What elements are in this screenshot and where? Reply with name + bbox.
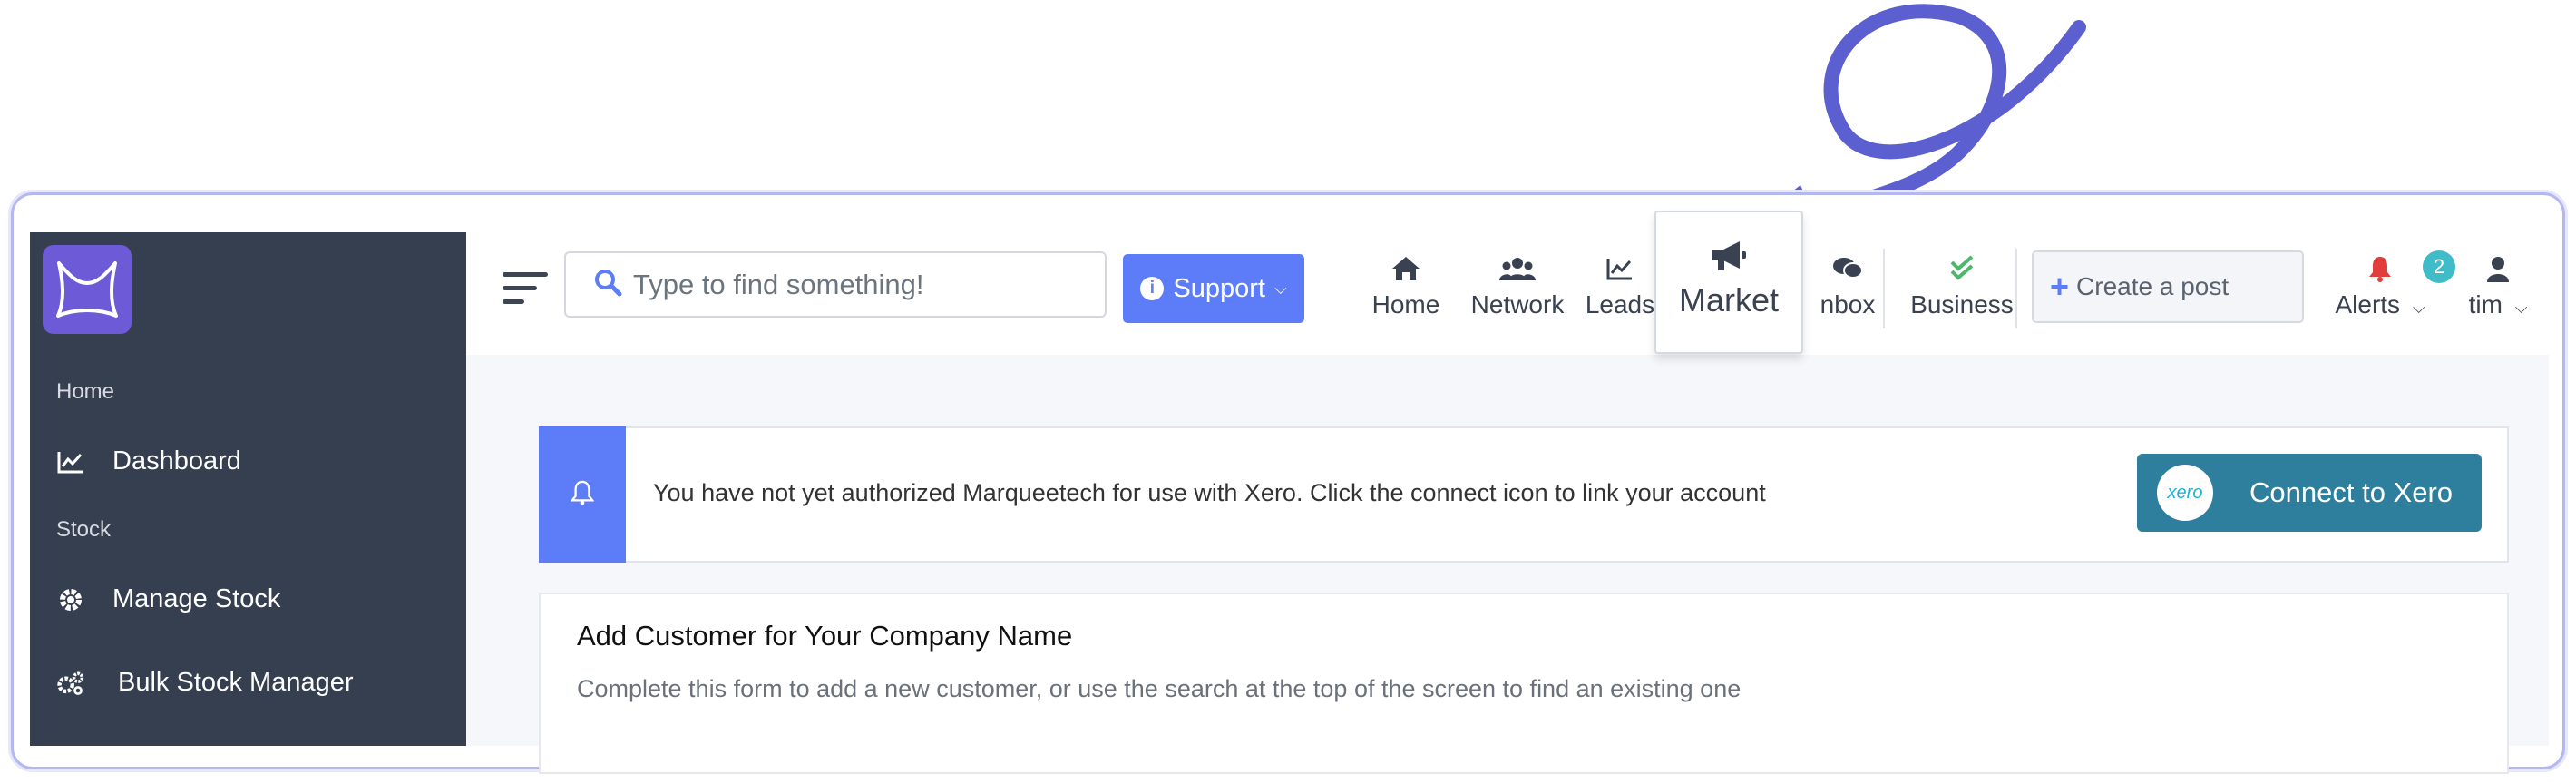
sidebar: Home Dashboard Stock Manage Stock Bulk S… <box>30 232 466 746</box>
gears-icon <box>56 669 85 698</box>
sidebar-section-stock: Stock <box>56 517 112 542</box>
users-icon <box>1499 252 1536 285</box>
chevron-down-icon: ⌵ <box>1273 279 1287 298</box>
home-icon <box>1390 252 1421 285</box>
main-content: You have not yet authorized Marqueetech … <box>466 355 2549 774</box>
search-placeholder: Type to find something! <box>633 268 924 300</box>
nav-market[interactable]: Market <box>1654 211 1803 354</box>
support-dropdown-button[interactable]: i Support ⌵ <box>1123 254 1304 323</box>
nav-divider <box>1883 249 1885 328</box>
alert-message: You have not yet authorized Marqueetech … <box>653 479 1766 506</box>
create-post-input[interactable]: + Create a post <box>2032 250 2304 323</box>
nav-inbox-label: nbox <box>1820 290 1876 318</box>
user-icon <box>2485 252 2511 285</box>
chevron-down-icon: ⌵ <box>2412 299 2425 317</box>
nav-market-label: Market <box>1678 281 1780 318</box>
nav-network[interactable]: Network <box>1457 252 1578 319</box>
nav-leads-label: Leads <box>1585 290 1655 318</box>
sidebar-item-manage-stock[interactable]: Manage Stock <box>56 584 280 614</box>
card-title: Add Customer for Your Company Name <box>577 620 1073 652</box>
sidebar-item-dashboard[interactable]: Dashboard <box>56 446 241 476</box>
nav-alerts-label: Alerts <box>2335 290 2401 318</box>
connect-to-xero-button[interactable]: xero Connect to Xero <box>2137 454 2482 532</box>
add-customer-card: Add Customer for Your Company Name Compl… <box>539 593 2509 774</box>
info-icon: i <box>1140 277 1165 300</box>
user-name: tim <box>2468 290 2503 318</box>
sidebar-item-label: Bulk Stock Manager <box>118 668 354 697</box>
xero-logo-icon: xero <box>2157 465 2213 521</box>
user-menu[interactable]: tim ⌵ <box>2462 252 2534 319</box>
nav-home[interactable]: Home <box>1361 252 1451 319</box>
comments-icon <box>1831 252 1864 285</box>
nav-home-label: Home <box>1371 290 1440 318</box>
sidebar-item-label: Dashboard <box>112 446 241 475</box>
nav-business-label: Business <box>1910 290 2014 318</box>
support-label: Support <box>1173 273 1265 303</box>
app-logo[interactable] <box>43 245 132 334</box>
chevron-down-icon: ⌵ <box>2514 299 2528 317</box>
top-navbar: Type to find something! i Support ⌵ Home… <box>466 232 2549 357</box>
sidebar-section-home: Home <box>56 379 115 404</box>
bell-icon <box>2367 252 2393 285</box>
gear-icon <box>56 585 85 614</box>
sidebar-item-label: Manage Stock <box>112 584 281 613</box>
nav-divider <box>2015 249 2017 328</box>
search-icon <box>593 268 622 301</box>
search-input[interactable]: Type to find something! <box>564 251 1107 318</box>
nav-business[interactable]: Business <box>1894 252 2030 319</box>
megaphone-icon <box>1709 238 1749 276</box>
create-post-label: Create a post <box>2076 272 2230 300</box>
hamburger-menu-icon[interactable] <box>503 272 548 307</box>
marquee-logo-icon <box>56 261 118 318</box>
xero-alert-banner: You have not yet authorized Marqueetech … <box>539 426 2509 563</box>
nav-network-label: Network <box>1470 290 1565 318</box>
connect-to-xero-label: Connect to Xero <box>2249 476 2454 508</box>
alerts-count-badge: 2 <box>2423 250 2455 283</box>
plus-icon: + <box>2050 268 2070 305</box>
alert-icon-panel <box>539 426 626 563</box>
chart-line-icon <box>56 447 85 476</box>
check-double-icon <box>1948 252 1976 285</box>
sidebar-item-bulk-stock-manager[interactable]: Bulk Stock Manager <box>56 668 354 698</box>
card-subtitle: Complete this form to add a new customer… <box>577 675 1742 702</box>
chart-line-icon <box>1606 252 1634 285</box>
bell-icon <box>570 480 595 510</box>
nav-leads[interactable]: Leads <box>1584 252 1656 319</box>
nav-alerts[interactable]: Alerts ⌵ <box>2326 252 2435 319</box>
